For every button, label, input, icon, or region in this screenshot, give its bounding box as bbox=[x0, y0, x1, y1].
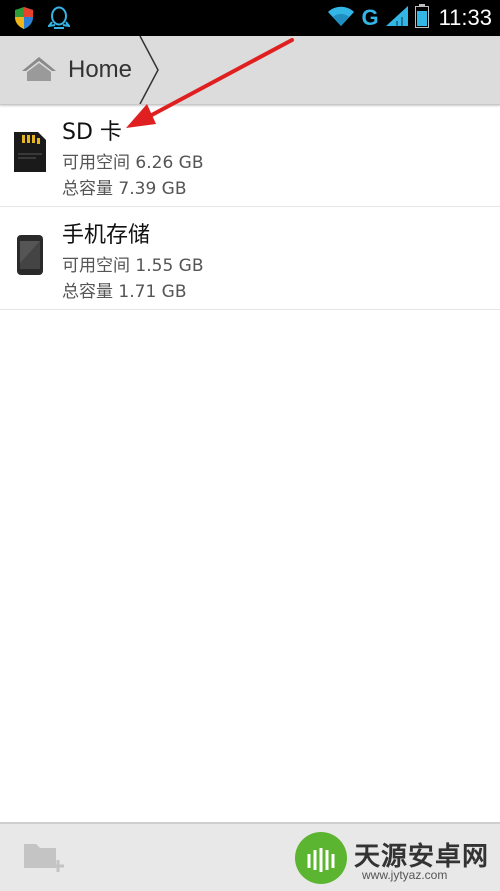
qq-icon bbox=[46, 6, 72, 34]
android-logo-icon bbox=[292, 830, 350, 890]
storage-item-title: SD 卡 bbox=[62, 120, 122, 145]
storage-item-total: 总容量 1.71 GB bbox=[62, 282, 187, 302]
watermark: 天源安卓网 www.jytyaz.com bbox=[292, 830, 492, 886]
status-bar: G 11:33 bbox=[0, 0, 500, 36]
storage-item-phone[interactable]: 手机存储 可用空间 1.55 GB 总容量 1.71 GB bbox=[0, 207, 500, 310]
status-time: 11:33 bbox=[438, 5, 492, 30]
watermark-url: www.jytyaz.com bbox=[362, 868, 448, 882]
storage-item-title: 手机存储 bbox=[62, 223, 151, 248]
storage-list: SD 卡 可用空间 6.26 GB 总容量 7.39 GB 手机存储 可用空间 … bbox=[0, 104, 500, 310]
signal-icon bbox=[385, 5, 409, 31]
network-type-label: G bbox=[361, 5, 379, 30]
storage-item-sd-card[interactable]: SD 卡 可用空间 6.26 GB 总容量 7.39 GB bbox=[0, 104, 500, 207]
storage-item-free: 可用空间 1.55 GB bbox=[62, 256, 204, 276]
folder-add-icon[interactable] bbox=[22, 838, 64, 880]
breadcrumb: Home bbox=[0, 36, 500, 105]
storage-item-free: 可用空间 6.26 GB bbox=[62, 153, 204, 173]
storage-item-total: 总容量 7.39 GB bbox=[62, 179, 187, 199]
breadcrumb-home-label: Home bbox=[68, 56, 133, 83]
bottom-bar: 天源安卓网 www.jytyaz.com bbox=[0, 822, 500, 891]
status-icons: G 11:33 bbox=[327, 0, 492, 36]
shield-icon bbox=[14, 6, 34, 34]
breadcrumb-separator bbox=[139, 36, 159, 104]
battery-icon bbox=[414, 4, 429, 32]
phone-icon bbox=[12, 233, 48, 281]
breadcrumb-home[interactable]: Home bbox=[20, 36, 132, 104]
wifi-icon bbox=[327, 5, 355, 31]
home-icon bbox=[20, 54, 58, 86]
sd-card-icon bbox=[12, 130, 48, 178]
